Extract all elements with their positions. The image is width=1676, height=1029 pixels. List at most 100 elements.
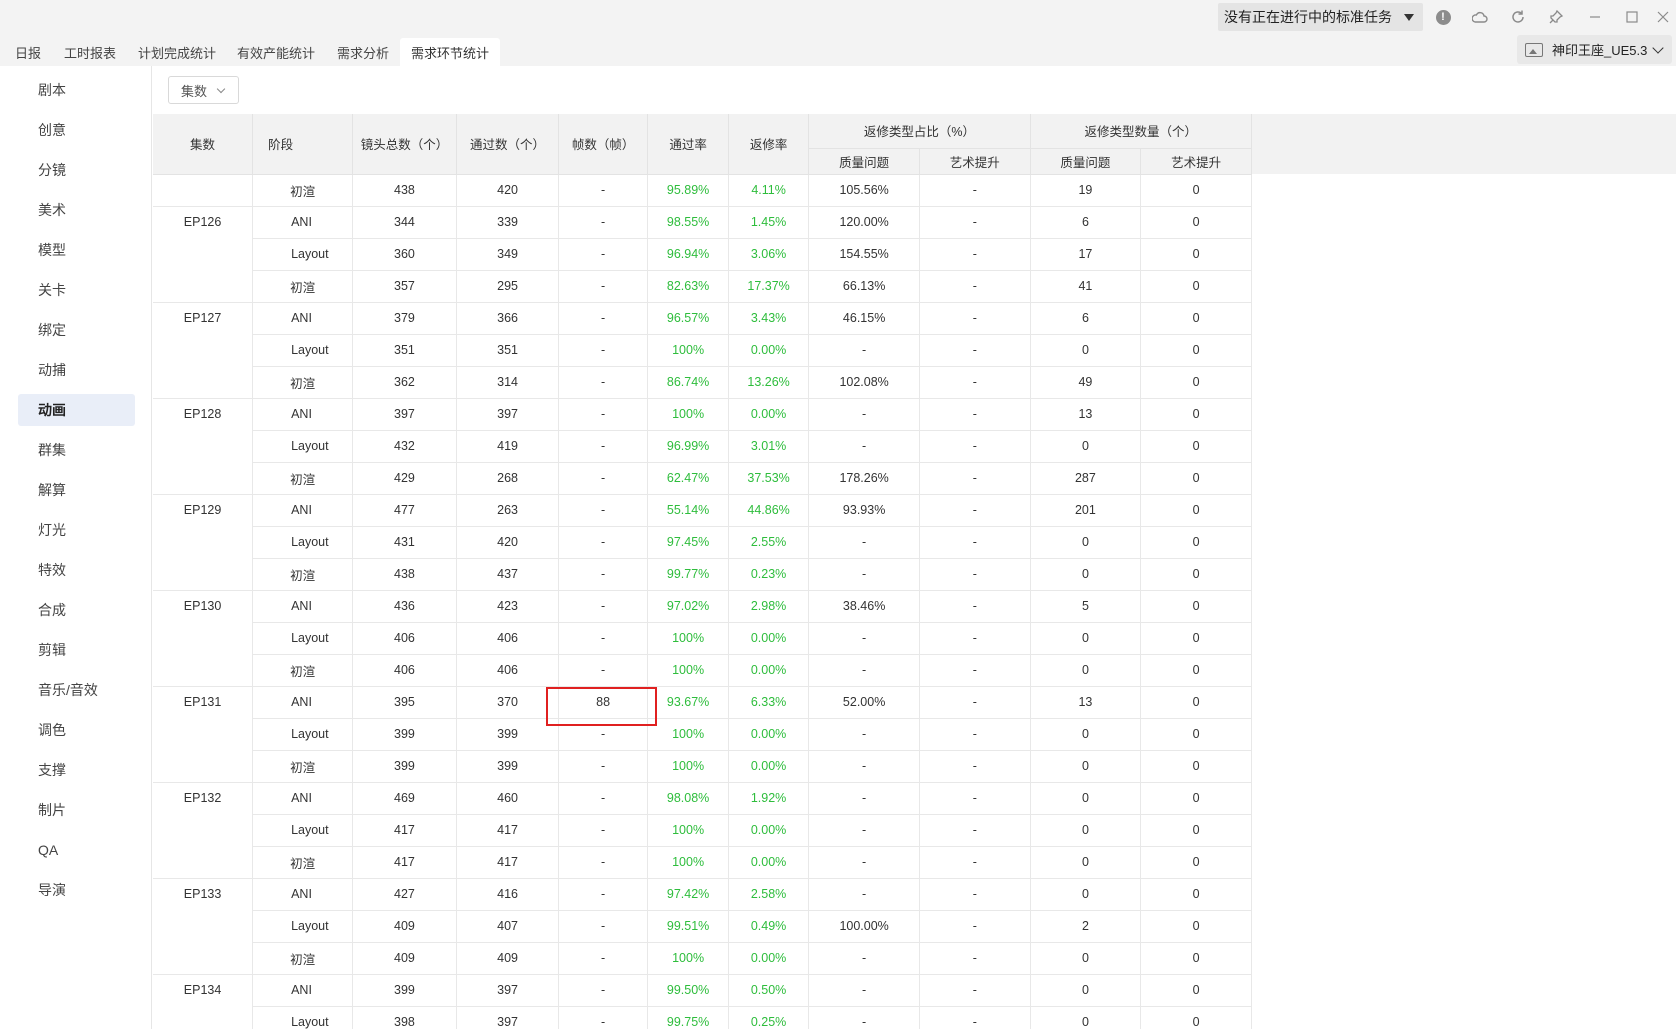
cell-episode bbox=[153, 942, 254, 975]
close-button[interactable] bbox=[1652, 6, 1674, 28]
table-row: Layout 432 419-96.99% 3.01% - -0 0 bbox=[153, 430, 1252, 463]
sidebar-item[interactable]: 特效 bbox=[18, 554, 135, 586]
cell-art-ratio: - bbox=[919, 750, 1031, 783]
cell-frames: - bbox=[558, 942, 649, 975]
cell-art-count: 0 bbox=[1140, 302, 1252, 335]
cell-quality-ratio: 120.00% bbox=[808, 206, 920, 239]
sidebar-item[interactable]: 美术 bbox=[18, 194, 135, 226]
sidebar-item[interactable]: 动画 bbox=[18, 394, 135, 426]
minimize-button[interactable] bbox=[1584, 6, 1606, 28]
cell-total: 362 bbox=[352, 366, 458, 399]
cell-art-count: 0 bbox=[1140, 654, 1252, 687]
sidebar-item[interactable]: 制片 bbox=[18, 794, 135, 826]
cell-art-ratio: - bbox=[919, 942, 1031, 975]
sidebar-item[interactable]: 解算 bbox=[18, 474, 135, 506]
cell-total: 399 bbox=[352, 750, 458, 783]
cell-passed: 416 bbox=[456, 878, 559, 911]
sidebar-item[interactable]: QA bbox=[18, 834, 135, 866]
cell-art-count: 0 bbox=[1140, 750, 1252, 783]
caret-down-icon bbox=[1404, 14, 1414, 21]
cell-frames: - bbox=[558, 846, 649, 879]
cell-episode bbox=[153, 910, 254, 942]
cell-passed: 397 bbox=[456, 974, 559, 1007]
sidebar-item[interactable]: 绑定 bbox=[18, 314, 135, 346]
cell-frames: - bbox=[558, 910, 649, 943]
table-row: Layout 406 406-100% 0.00% - -0 0 bbox=[153, 622, 1252, 655]
sidebar-item[interactable]: 模型 bbox=[18, 234, 135, 266]
cell-pass-rate: 100% bbox=[647, 814, 729, 847]
cell-quality-count: 13 bbox=[1030, 398, 1142, 431]
cell-art-ratio: - bbox=[919, 558, 1031, 591]
sidebar-item[interactable]: 剪辑 bbox=[18, 634, 135, 666]
cell-total: 398 bbox=[352, 1006, 458, 1029]
tab-effective-capacity[interactable]: 有效产能统计 bbox=[230, 38, 322, 66]
info-button[interactable]: ! bbox=[1432, 6, 1454, 28]
cell-quality-count: 0 bbox=[1030, 558, 1142, 591]
tab-demand-stage-stats[interactable]: 需求环节统计 bbox=[400, 38, 500, 66]
cell-art-ratio: - bbox=[919, 718, 1031, 751]
cell-stage: ANI bbox=[252, 302, 353, 335]
sidebar-item[interactable]: 分镜 bbox=[18, 154, 135, 186]
cell-frames: - bbox=[558, 622, 649, 655]
sidebar-item[interactable]: 音乐/音效 bbox=[18, 674, 135, 706]
cell-quality-count: 0 bbox=[1030, 814, 1142, 847]
sidebar-item[interactable]: 导演 bbox=[18, 874, 135, 906]
cell-episode bbox=[153, 1006, 254, 1029]
cell-passed: 409 bbox=[456, 942, 559, 975]
cell-pass-rate: 99.50% bbox=[647, 974, 729, 1007]
cloud-button[interactable] bbox=[1469, 6, 1491, 28]
task-dropdown[interactable]: 没有正在进行中的标准任务 bbox=[1218, 3, 1423, 31]
cell-art-ratio: - bbox=[919, 686, 1031, 719]
sidebar-item[interactable]: 调色 bbox=[18, 714, 135, 746]
refresh-button[interactable] bbox=[1507, 6, 1529, 28]
cell-art-count: 0 bbox=[1140, 782, 1252, 815]
sidebar-item[interactable]: 支撑 bbox=[18, 754, 135, 786]
cell-episode bbox=[153, 366, 254, 399]
episode-filter[interactable]: 集数 bbox=[168, 76, 239, 104]
cell-passed: 351 bbox=[456, 334, 559, 367]
cell-pass-rate: 100% bbox=[647, 718, 729, 751]
sidebar-item[interactable]: 灯光 bbox=[18, 514, 135, 546]
sidebar-item[interactable]: 群集 bbox=[18, 434, 135, 466]
cell-episode: EP130 bbox=[153, 590, 254, 622]
stats-table-container[interactable]: 集数 阶段 镜头总数（个） 通过数（个） 帧数（帧） 通过率 返修率 返修类型占… bbox=[153, 114, 1676, 1029]
tab-demand-analysis[interactable]: 需求分析 bbox=[330, 38, 396, 66]
maximize-button[interactable] bbox=[1621, 6, 1643, 28]
task-dropdown-label: 没有正在进行中的标准任务 bbox=[1224, 9, 1392, 25]
cell-stage: ANI bbox=[252, 878, 353, 911]
cell-episode: EP129 bbox=[153, 494, 254, 526]
sidebar-item[interactable]: 动捕 bbox=[18, 354, 135, 386]
sidebar-item[interactable]: 合成 bbox=[18, 594, 135, 626]
cell-passed: 407 bbox=[456, 910, 559, 943]
cell-quality-ratio: - bbox=[808, 718, 920, 751]
project-selector[interactable]: 神印王座_UE5.3 bbox=[1517, 35, 1672, 64]
cell-art-ratio: - bbox=[919, 878, 1031, 911]
cell-episode bbox=[153, 654, 254, 687]
cell-rework-rate: 17.37% bbox=[728, 270, 810, 303]
tab-daily-report[interactable]: 日报 bbox=[4, 38, 52, 66]
maximize-icon bbox=[1626, 11, 1638, 23]
cell-quality-count: 0 bbox=[1030, 782, 1142, 815]
sidebar-item[interactable]: 剧本 bbox=[18, 74, 135, 106]
pin-button[interactable] bbox=[1545, 6, 1567, 28]
col-group-ratio: 返修类型占比（%） bbox=[808, 114, 1031, 149]
sidebar-item[interactable]: 创意 bbox=[18, 114, 135, 146]
cell-rework-rate: 2.98% bbox=[728, 590, 810, 623]
minimize-icon bbox=[1590, 16, 1600, 18]
cell-quality-count: 0 bbox=[1030, 878, 1142, 911]
cell-quality-count: 201 bbox=[1030, 494, 1142, 527]
cell-frames: - bbox=[558, 814, 649, 847]
cell-passed: 268 bbox=[456, 462, 559, 495]
cell-quality-count: 19 bbox=[1030, 174, 1142, 207]
tab-work-hours[interactable]: 工时报表 bbox=[58, 38, 122, 66]
cell-pass-rate: 97.42% bbox=[647, 878, 729, 911]
tab-plan-completion[interactable]: 计划完成统计 bbox=[130, 38, 224, 66]
cell-total: 406 bbox=[352, 622, 458, 655]
col-rework-rate: 返修率 bbox=[728, 114, 810, 175]
cell-total: 417 bbox=[352, 814, 458, 847]
cell-passed: 370 bbox=[456, 686, 559, 719]
sidebar-item[interactable]: 关卡 bbox=[18, 274, 135, 306]
cell-quality-count: 0 bbox=[1030, 846, 1142, 879]
cell-art-ratio: - bbox=[919, 622, 1031, 655]
cell-rework-rate: 3.01% bbox=[728, 430, 810, 463]
